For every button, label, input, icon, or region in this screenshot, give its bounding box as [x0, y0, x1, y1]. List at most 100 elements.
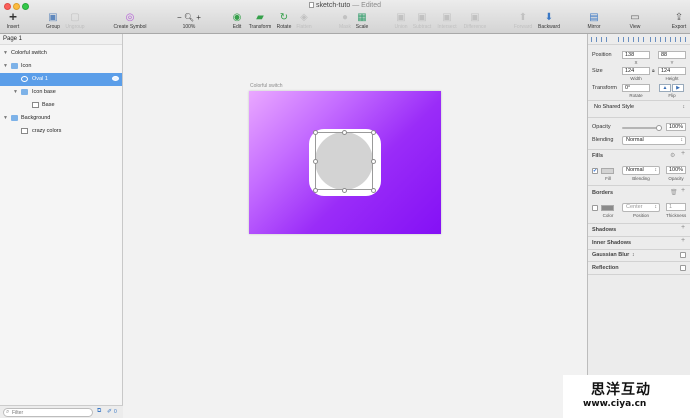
distribute-horizontal-icon[interactable] [591, 37, 597, 42]
height-input[interactable]: 124 [658, 67, 686, 75]
resize-handle-top-left[interactable] [313, 130, 318, 135]
group-button[interactable]: ▣ Group [44, 11, 62, 33]
union-icon: ▣ [396, 12, 406, 23]
align-center-icon[interactable] [628, 37, 634, 42]
layer-base[interactable]: Base [0, 99, 122, 112]
resize-handle-left[interactable] [313, 159, 318, 164]
view-button[interactable]: ▭ View [627, 11, 643, 33]
symbol-icon: ◎ [125, 12, 135, 23]
export-button[interactable]: ⇪ Export [670, 11, 688, 33]
gaussian-blur-title[interactable]: Gaussian Blur [592, 252, 629, 258]
position-label: Position [592, 52, 612, 58]
align-baseline-icon[interactable] [680, 37, 686, 42]
watermark-url: www.ciya.cn [583, 399, 647, 409]
border-thickness-input[interactable]: 1 [666, 203, 686, 211]
layer-group-icon-base[interactable]: ▼ Icon base [0, 86, 122, 99]
align-left-icon[interactable] [618, 37, 624, 42]
slice-pen-icon[interactable]: ✐ [107, 408, 112, 415]
layer-crazy-colors[interactable]: crazy colors [0, 125, 122, 138]
chevron-updown-icon: ↕ [654, 167, 658, 173]
add-fill-button[interactable]: + [681, 150, 685, 157]
disclosure-triangle-icon[interactable]: ▼ [13, 86, 18, 99]
disclosure-triangle-icon[interactable]: ▼ [3, 60, 8, 73]
artboard-title[interactable]: Colorful switch [250, 83, 283, 89]
folder-icon [21, 89, 28, 95]
border-enabled-checkbox[interactable] [592, 205, 598, 211]
resize-handle-bottom-right[interactable] [371, 188, 376, 193]
subtract-button[interactable]: ▣ Subtract [411, 11, 433, 33]
edit-button[interactable]: ◉ Edit [230, 11, 244, 33]
resize-handle-bottom-left[interactable] [313, 188, 318, 193]
shared-style-select[interactable]: No Shared Style ↕ [591, 104, 687, 113]
flip-horizontal-button[interactable]: ▲ [659, 84, 671, 92]
intersect-button[interactable]: ▣ Intersect [435, 11, 459, 33]
duplicate-page-icon[interactable]: ⧉ [97, 408, 101, 415]
resize-handle-top[interactable] [342, 130, 347, 135]
resize-handle-bottom[interactable] [342, 188, 347, 193]
backward-button[interactable]: ⬇︎ Backward [536, 11, 562, 33]
fill-opacity-input[interactable]: 100% [666, 166, 686, 174]
resize-handle-top-right[interactable] [371, 130, 376, 135]
union-button[interactable]: ▣ Union [393, 11, 409, 33]
inner-shadows-title: Inner Shadows [592, 240, 632, 246]
position-x-input[interactable]: 138 [622, 51, 650, 59]
fill-color-swatch[interactable] [601, 168, 614, 174]
flatten-button[interactable]: ◈ Flatten [295, 11, 313, 33]
chevron-updown-icon: ↕ [682, 104, 686, 110]
border-color-swatch[interactable] [601, 205, 614, 211]
intersect-icon: ▣ [442, 12, 452, 23]
layer-group-background[interactable]: ▼ Background [0, 112, 122, 125]
blending-select[interactable]: Normal ↕ [622, 136, 686, 145]
resize-handle-right[interactable] [371, 159, 376, 164]
opacity-slider-knob[interactable] [656, 125, 662, 131]
position-y-input[interactable]: 88 [658, 51, 686, 59]
scale-icon: ▦ [357, 12, 367, 23]
transform-button[interactable]: ▰ Transform [247, 11, 273, 33]
insert-button[interactable]: ➕︎ Insert [3, 11, 23, 33]
canvas[interactable]: Colorful switch [123, 34, 587, 418]
distribute-vertical-icon[interactable] [601, 37, 607, 42]
mirror-button[interactable]: ▤ Mirror [585, 11, 603, 33]
lock-ratio-icon[interactable]: 🔒︎ [652, 68, 655, 74]
artboard-colorful-switch[interactable] [249, 91, 441, 234]
delete-border-trash-icon[interactable]: 🗑︎ [670, 189, 678, 196]
fills-settings-gear-icon[interactable]: ⚙︎ [670, 152, 675, 159]
width-input[interactable]: 124 [622, 67, 650, 75]
layers-filter-input[interactable] [3, 408, 93, 417]
layer-group-icon[interactable]: ▼ Icon [0, 60, 122, 73]
layer-oval-1[interactable]: Oval 1 [0, 73, 122, 86]
reflection-checkbox[interactable] [680, 265, 686, 271]
transform-icon: ▰ [256, 12, 264, 23]
align-middle-icon[interactable] [660, 37, 666, 42]
opacity-input[interactable]: 100% [666, 123, 686, 131]
add-inner-shadow-button[interactable]: + [681, 237, 685, 244]
layer-artboard-colorful-switch[interactable]: ▼ Colorful switch [0, 47, 122, 60]
align-bottom-icon[interactable] [670, 37, 676, 42]
gaussian-blur-checkbox[interactable] [680, 252, 686, 258]
difference-button[interactable]: ▣ Difference [461, 11, 489, 33]
rotate-input[interactable]: 0° [622, 84, 650, 92]
forward-button[interactable]: ⬆︎ Forward [512, 11, 534, 33]
oval-icon [21, 76, 28, 82]
visibility-eye-icon[interactable] [112, 76, 119, 81]
page-selector[interactable]: Page 1 [0, 34, 122, 45]
align-top-icon[interactable] [650, 37, 656, 42]
mask-button[interactable]: ● Mask [337, 11, 353, 33]
zoom-control[interactable]: − 🔍︎ + 100% [174, 11, 204, 33]
fill-blending-select[interactable]: Normal ↕ [622, 166, 660, 175]
fill-enabled-checkbox[interactable]: ✔︎ [592, 168, 598, 174]
add-shadow-button[interactable]: + [681, 224, 685, 231]
ungroup-icon: ▢ [70, 12, 80, 23]
ungroup-button[interactable]: ▢ Ungroup [64, 11, 86, 33]
disclosure-triangle-icon[interactable]: ▼ [3, 112, 8, 125]
add-border-button[interactable]: + [681, 187, 685, 194]
chevron-updown-icon[interactable]: ↕ [632, 252, 635, 258]
folder-icon [11, 63, 18, 69]
flip-vertical-button[interactable]: ▶ [672, 84, 684, 92]
disclosure-triangle-icon[interactable]: ▼ [3, 47, 8, 60]
rotate-button[interactable]: ↻ Rotate [275, 11, 293, 33]
align-right-icon[interactable] [638, 37, 644, 42]
scale-button[interactable]: ▦ Scale [354, 11, 370, 33]
border-position-select[interactable]: Center ↕ [622, 203, 660, 212]
create-symbol-button[interactable]: ◎ Create Symbol [112, 11, 148, 33]
